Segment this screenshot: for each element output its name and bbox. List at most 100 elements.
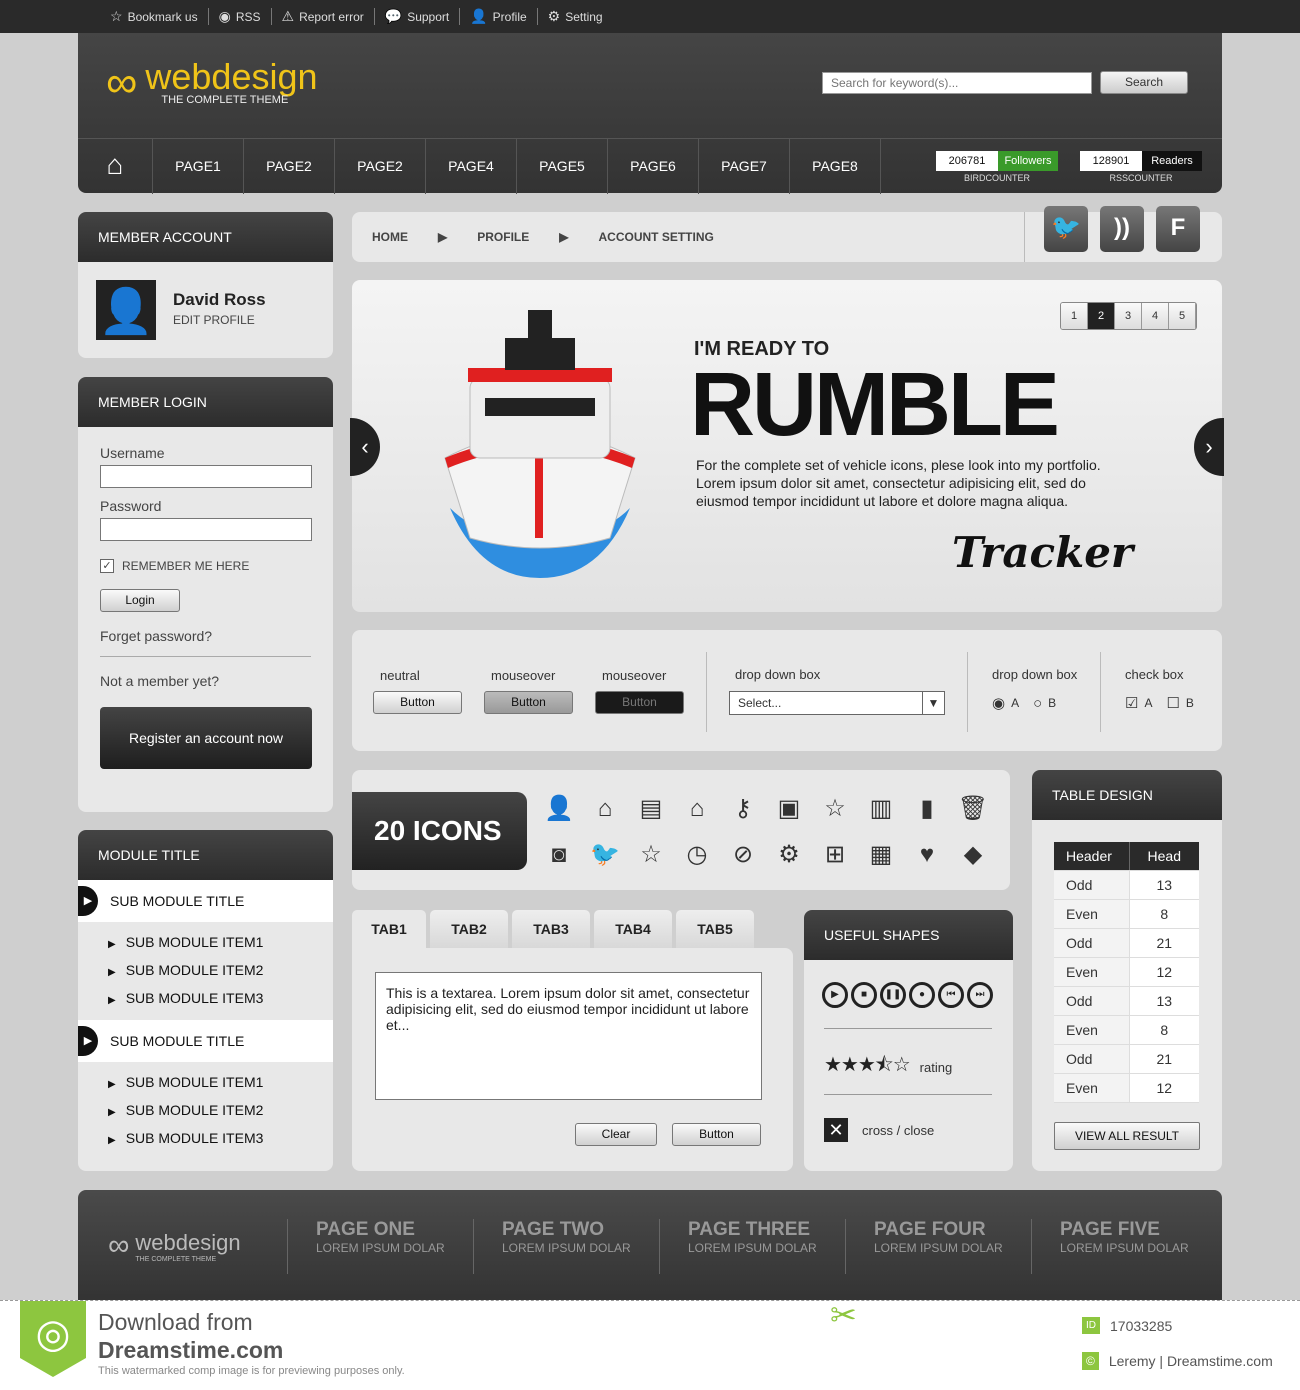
gear-icon[interactable]: ⚙	[766, 832, 812, 878]
checkbox-a[interactable]: ☑	[1125, 694, 1138, 712]
next-icon[interactable]: ⏭	[967, 982, 993, 1008]
topbar-item[interactable]: ◉ RSS	[209, 8, 272, 25]
nav-item[interactable]: PAGE5	[517, 138, 608, 194]
calendar-icon[interactable]: ▦	[858, 832, 904, 878]
login-button[interactable]: Login	[100, 589, 180, 612]
sitemap-icon[interactable]: ⊞	[812, 832, 858, 878]
tag-icon[interactable]: ◆	[950, 832, 996, 878]
edit-profile-link[interactable]: EDIT PROFILE	[173, 313, 255, 327]
book-icon[interactable]: ▥	[858, 786, 904, 832]
topbar-item[interactable]: ☆ Bookmark us	[100, 8, 209, 25]
search-input[interactable]	[822, 72, 1092, 94]
heart-icon[interactable]: ♥	[904, 832, 950, 878]
nav-item[interactable]: PAGE4	[426, 138, 517, 194]
topbar-item[interactable]: ⚠ Report error	[272, 8, 375, 25]
facebook-icon[interactable]: F	[1156, 206, 1200, 252]
home-icon[interactable]: ⌂	[78, 138, 153, 194]
password-field[interactable]	[100, 518, 312, 541]
search-button[interactable]: Search	[1100, 71, 1188, 94]
nav-item[interactable]: PAGE6	[608, 138, 699, 194]
bar-chart-icon[interactable]: ▮	[904, 786, 950, 832]
nav-item[interactable]: PAGE8	[790, 138, 881, 194]
house-user-icon[interactable]: ⌂	[674, 786, 720, 832]
logo[interactable]: ∞ webdesign THE COMPLETE THEME	[106, 58, 318, 108]
user-icon[interactable]: 👤	[536, 786, 582, 832]
bird-icon[interactable]: 🐦	[1044, 206, 1088, 252]
ban-icon[interactable]: ⊘	[720, 832, 766, 878]
select-dropdown[interactable]: Select... ▼	[729, 691, 945, 715]
sub-module-item[interactable]: ▶ SUB MODULE ITEM1	[78, 928, 333, 956]
remember-checkbox[interactable]: ✓	[100, 559, 114, 573]
tab-3[interactable]: TAB3	[512, 910, 590, 948]
document-icon[interactable]: ▤	[628, 786, 674, 832]
breadcrumb-account-setting[interactable]: ACCOUNT SETTING	[598, 230, 713, 244]
previous-icon[interactable]: ⏮	[938, 982, 964, 1008]
topbar-item[interactable]: 👤 Profile	[460, 8, 538, 25]
radio-a[interactable]: ◉	[992, 694, 1005, 712]
footer-link[interactable]: PAGE TWO LOREM IPSUM DOLAR	[473, 1218, 659, 1274]
star-outline-icon[interactable]: ☆	[628, 832, 674, 878]
footer-link[interactable]: PAGE FOUR LOREM IPSUM DOLAR	[845, 1218, 1031, 1274]
followers-label[interactable]: Followers	[998, 151, 1058, 171]
forgot-password-link[interactable]: Forget password?	[100, 628, 311, 657]
footer-logo[interactable]: ∞ webdesign THE COMPLETE THEME	[78, 1229, 287, 1263]
tab-2[interactable]: TAB2	[430, 910, 508, 948]
register-button[interactable]: Register an account now	[100, 707, 312, 769]
next-slide-button[interactable]: ›	[1194, 418, 1224, 476]
rss-icon[interactable]: ))	[1100, 206, 1144, 252]
page-button[interactable]: 5	[1169, 303, 1196, 329]
topbar-item[interactable]: 💬 Support	[375, 8, 461, 25]
readers-label[interactable]: Readers	[1142, 151, 1202, 171]
footer-link[interactable]: PAGE THREE LOREM IPSUM DOLAR	[659, 1218, 845, 1274]
hover-button[interactable]: Button	[484, 691, 573, 714]
neutral-button[interactable]: Button	[373, 691, 462, 714]
sub-module-title[interactable]: ▶ SUB MODULE TITLE	[78, 1020, 333, 1062]
key-icon[interactable]: ⚷	[720, 786, 766, 832]
table-header[interactable]: Header	[1054, 842, 1130, 871]
table-header[interactable]: Head	[1129, 842, 1199, 871]
sub-module-item[interactable]: ▶ SUB MODULE ITEM1	[78, 1068, 333, 1096]
prev-slide-button[interactable]: ‹	[350, 418, 380, 476]
tab-1[interactable]: TAB1	[352, 910, 426, 948]
submit-button[interactable]: Button	[672, 1123, 761, 1146]
nav-item[interactable]: PAGE2	[335, 138, 426, 194]
clock-icon[interactable]: ◷	[674, 832, 720, 878]
topbar-item[interactable]: ⚙ Setting	[538, 8, 613, 25]
radio-b[interactable]: ○	[1033, 695, 1042, 712]
page-button[interactable]: 3	[1115, 303, 1142, 329]
trash-icon[interactable]: 🗑	[950, 786, 996, 832]
sub-module-item[interactable]: ▶ SUB MODULE ITEM3	[78, 1124, 333, 1152]
pause-icon[interactable]: ❚❚	[880, 982, 906, 1008]
stop-icon[interactable]: ■	[851, 982, 877, 1008]
tab-5[interactable]: TAB5	[676, 910, 754, 948]
checkbox-b[interactable]: ☐	[1166, 694, 1179, 712]
footer-link[interactable]: PAGE FIVE LOREM IPSUM DOLAR	[1031, 1218, 1217, 1274]
record-icon[interactable]: ●	[909, 982, 935, 1008]
view-all-button[interactable]: VIEW ALL RESULT	[1054, 1122, 1200, 1150]
camera-icon[interactable]: ▣	[766, 786, 812, 832]
breadcrumb-home[interactable]: HOME	[372, 230, 408, 244]
tab-4[interactable]: TAB4	[594, 910, 672, 948]
star-icon[interactable]: ☆	[812, 786, 858, 832]
play-icon[interactable]: ▶	[822, 982, 848, 1008]
page-button[interactable]: 1	[1061, 303, 1088, 329]
breadcrumb-profile[interactable]: PROFILE	[477, 230, 529, 244]
footer-link[interactable]: PAGE ONE LOREM IPSUM DOLAR	[287, 1218, 473, 1274]
close-icon[interactable]: ✕	[824, 1118, 848, 1142]
bird-icon[interactable]: 🐦	[582, 832, 628, 878]
sub-module-title[interactable]: ▶ SUB MODULE TITLE	[78, 880, 333, 922]
sub-module-item[interactable]: ▶ SUB MODULE ITEM2	[78, 956, 333, 984]
home-icon[interactable]: ⌂	[582, 786, 628, 832]
dark-hover-button[interactable]: Button	[595, 691, 684, 714]
sub-module-item[interactable]: ▶ SUB MODULE ITEM2	[78, 1096, 333, 1124]
clear-button[interactable]: Clear	[575, 1123, 657, 1146]
nav-item[interactable]: PAGE7	[699, 138, 790, 194]
page-button[interactable]: 2	[1088, 303, 1115, 329]
username-field[interactable]	[100, 465, 312, 488]
page-button[interactable]: 4	[1142, 303, 1169, 329]
sub-module-item[interactable]: ▶ SUB MODULE ITEM3	[78, 984, 333, 1012]
textarea[interactable]: This is a textarea. Lorem ipsum dolor si…	[375, 972, 762, 1100]
rss-icon[interactable]: ◙	[536, 832, 582, 878]
star-rating[interactable]: ★★★⯪☆	[824, 1050, 911, 1084]
nav-item[interactable]: PAGE2	[244, 138, 335, 194]
